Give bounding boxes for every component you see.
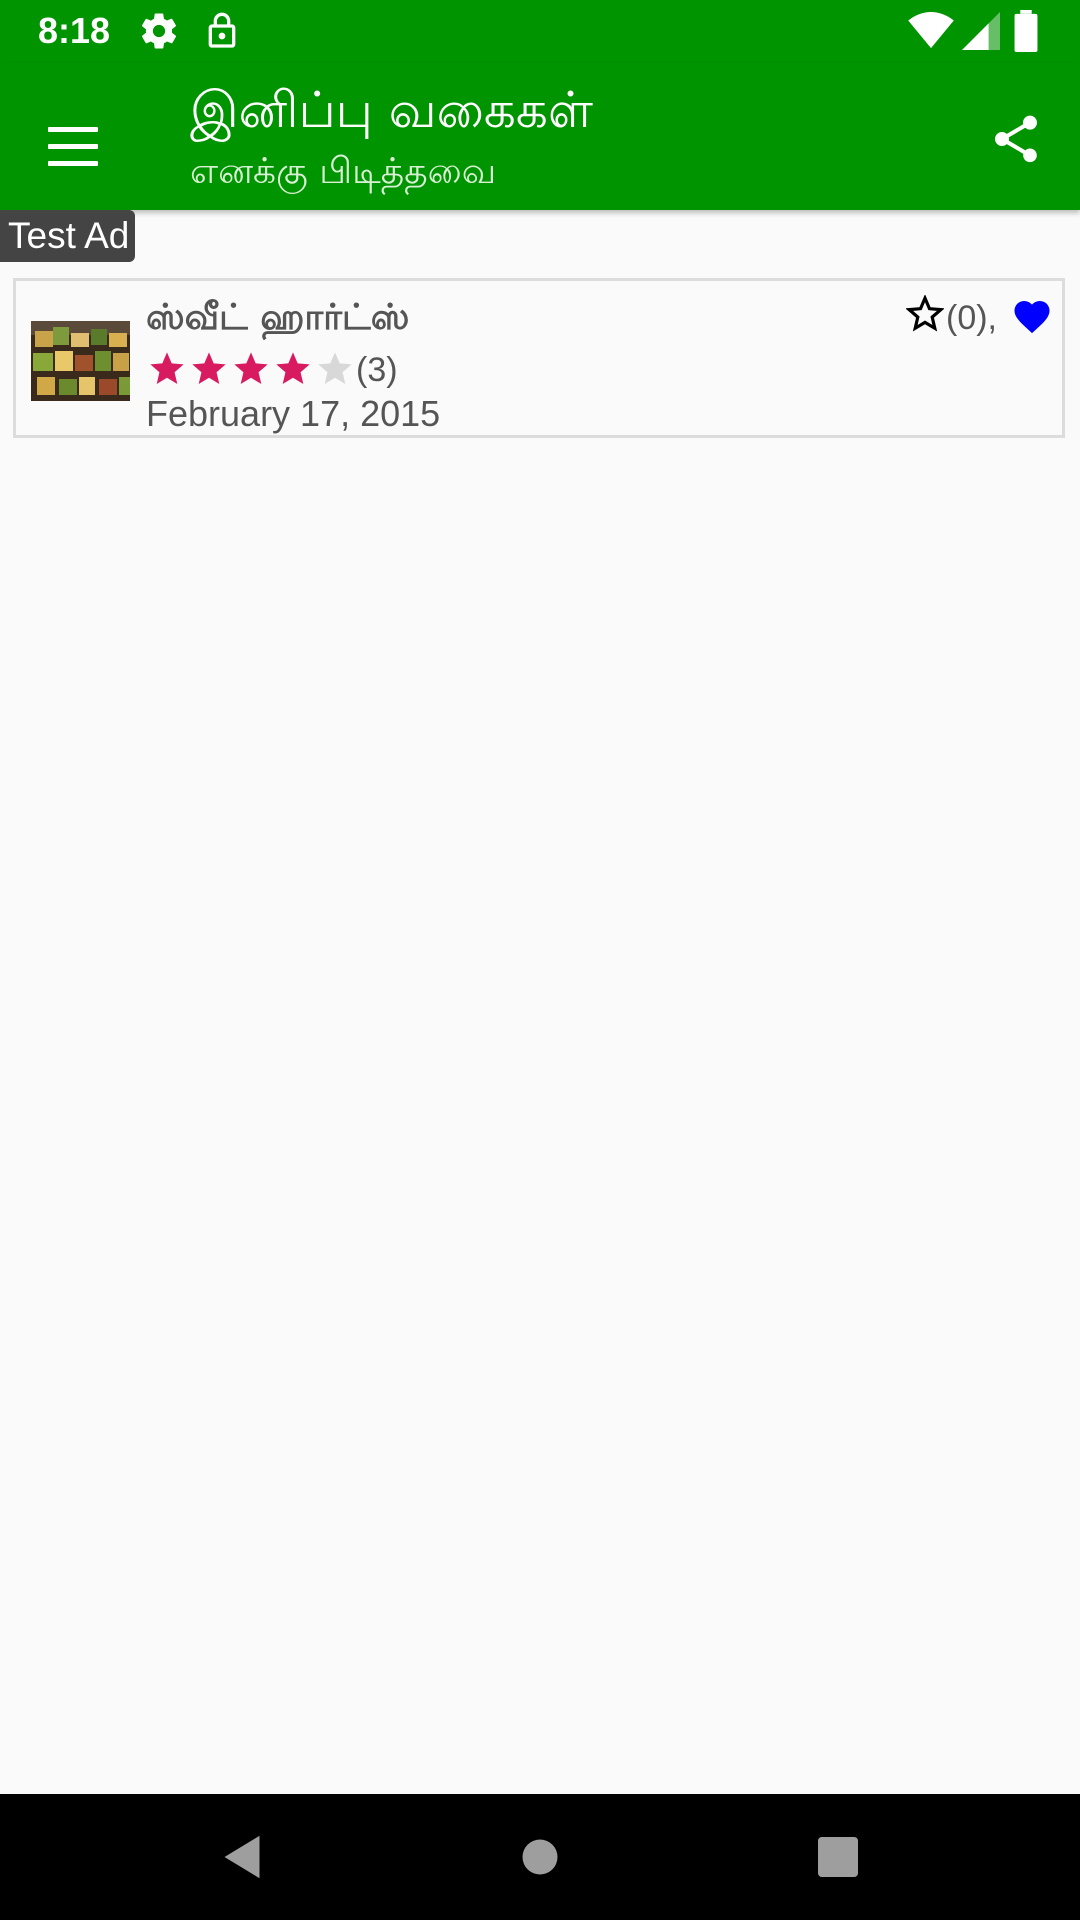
system-nav-bar: [0, 1794, 1080, 1920]
star-filled-icon: [192, 352, 226, 384]
star-filled-icon: [234, 352, 268, 384]
star-filled-icon: [150, 352, 184, 384]
menu-icon-line: [48, 144, 98, 149]
signal-icon: [962, 12, 1000, 54]
settings-icon: [138, 10, 180, 56]
star-outline-icon[interactable]: [906, 295, 944, 333]
home-button[interactable]: [510, 1827, 570, 1887]
favorites-count: (0),: [946, 299, 997, 337]
status-time: 8:18: [38, 10, 111, 51]
share-button[interactable]: [980, 103, 1052, 175]
star-empty-icon: [318, 352, 352, 384]
page-subtitle: எனக்கு பிடித்தவை: [190, 151, 497, 192]
back-icon: [224, 1835, 260, 1879]
rating-stars: [146, 349, 356, 389]
menu-icon: [48, 127, 98, 132]
status-bar: 8:18: [0, 0, 1080, 63]
item-date: February 17, 2015: [146, 393, 441, 434]
wifi-icon: [908, 12, 954, 54]
star-filled-icon: [276, 352, 310, 384]
rating-count: (3): [356, 351, 398, 389]
app-bar: இனிப்பு வகைகள் எனக்கு பிடித்தவை: [0, 63, 1080, 210]
list-item[interactable]: ஸ்வீட் ஹார்ட்ஸ் (3) February 17, 2015 (0…: [13, 278, 1065, 438]
item-thumbnail: [31, 321, 130, 401]
lock-icon: [202, 10, 242, 56]
heart-icon[interactable]: [1011, 295, 1053, 335]
menu-button[interactable]: [30, 105, 114, 189]
home-icon: [522, 1839, 558, 1875]
recents-icon: [818, 1837, 858, 1877]
share-icon: [995, 115, 1037, 163]
recents-button[interactable]: [808, 1827, 868, 1887]
page-title: இனிப்பு வகைகள்: [190, 81, 594, 139]
item-title: ஸ்வீட் ஹார்ட்ஸ்: [146, 297, 410, 338]
test-ad-badge[interactable]: Test Ad: [0, 210, 136, 262]
back-button[interactable]: [212, 1827, 272, 1887]
battery-icon: [1014, 10, 1038, 56]
menu-icon-line: [48, 161, 98, 166]
